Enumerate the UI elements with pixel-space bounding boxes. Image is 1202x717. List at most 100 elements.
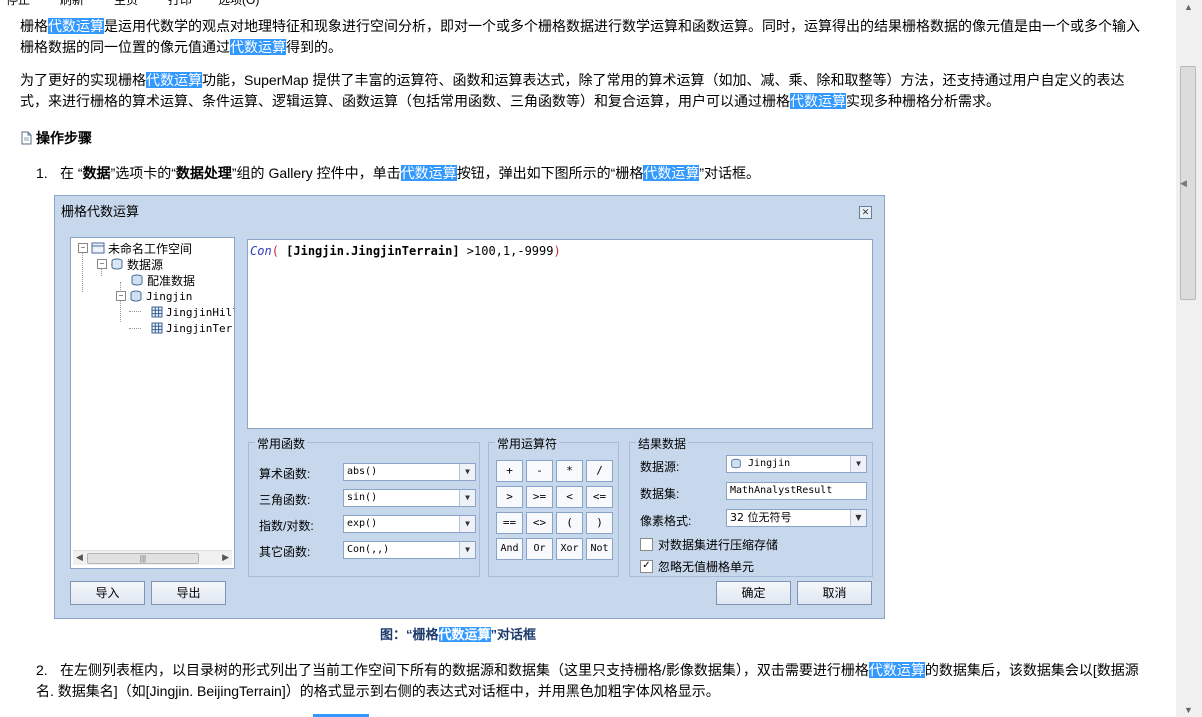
scroll-down-icon[interactable]: ▼ <box>1184 705 1193 715</box>
result-datasource-select[interactable]: Jingjin ▼ <box>726 455 867 473</box>
op-or-button[interactable]: Or <box>526 538 553 560</box>
exp-log-select[interactable]: exp() ▼ <box>343 515 476 533</box>
op-lt-button[interactable]: < <box>556 486 583 508</box>
tree-label: Jingjin <box>146 289 193 303</box>
step-number: 2. <box>36 662 48 678</box>
result-dataset-label: 数据集: <box>640 487 680 501</box>
tree-node-datasources[interactable]: − 数据源 <box>97 256 163 272</box>
search-highlight: 代数运算 <box>438 627 491 642</box>
text: 实现多种栅格分析需求。 <box>846 93 1000 109</box>
tree-label: JingjinTerr <box>166 321 235 335</box>
text: ”对话框 <box>490 627 537 642</box>
chevron-down-icon[interactable]: ▼ <box>850 510 866 526</box>
dialog-title: 栅格代数运算 <box>61 204 140 219</box>
search-highlight: 代数运算 <box>790 93 846 109</box>
text: ”组的 Gallery 控件中，单击 <box>231 165 401 181</box>
chevron-down-icon[interactable]: ▼ <box>459 516 475 532</box>
tree-node-jingjin[interactable]: − Jingjin <box>116 288 192 304</box>
op-divide-button[interactable]: / <box>586 460 613 482</box>
page-vertical-scrollbar[interactable]: ▲ ◀ ▼ <box>1176 0 1202 717</box>
op-xor-button[interactable]: Xor <box>556 538 583 560</box>
select-value: Con(,,) <box>347 544 390 555</box>
text: 在 “ <box>60 165 83 181</box>
checkbox-box[interactable] <box>640 538 653 551</box>
other-func-label: 其它函数: <box>259 545 311 559</box>
text: ”对话框。 <box>699 165 761 181</box>
text: 为了更好的实现栅格 <box>20 72 146 88</box>
close-icon[interactable]: ✕ <box>859 206 872 219</box>
op-not-button[interactable]: Not <box>586 538 613 560</box>
op-eq-button[interactable]: == <box>496 512 523 534</box>
tree-node-workspace[interactable]: − 未命名工作空间 <box>78 240 192 256</box>
op-and-button[interactable]: And <box>496 538 523 560</box>
select-value: Jingjin <box>748 458 791 469</box>
op-gte-button[interactable]: >= <box>526 486 553 508</box>
panel-title: 常用函数 <box>255 435 308 452</box>
tree-horizontal-scrollbar[interactable]: ◀ ||| ▶ <box>73 550 232 565</box>
document-icon <box>21 131 32 145</box>
op-lte-button[interactable]: <= <box>586 486 613 508</box>
step-2: 2. 在左侧列表框内，以目录树的形式列出了当前工作空间下所有的数据源和数据集（这里… <box>36 660 1156 702</box>
chevron-down-icon[interactable]: ▼ <box>459 464 475 480</box>
result-data-panel: 结果数据 数据源: Jingjin ▼ 数据集: MathAnalystResul… <box>629 435 873 577</box>
search-highlight: 代数运算 <box>48 18 104 34</box>
tree-node-jingjinterrain[interactable]: JingjinTerr <box>151 320 235 336</box>
op-plus-button[interactable]: + <box>496 460 523 482</box>
text: 得到的。 <box>286 39 342 55</box>
tree-label: 未命名工作空间 <box>108 241 193 256</box>
op-lparen-button[interactable]: ( <box>556 512 583 534</box>
expr-args: >100,1,-9999 <box>459 244 554 258</box>
op-multiply-button[interactable]: * <box>556 460 583 482</box>
help-content: 栅格代数运算是运用代数学的观点对地理特征和现象进行空间分析，即对一个或多个栅格数… <box>0 0 1176 717</box>
checkmark-icon[interactable]: ✓ <box>640 560 653 573</box>
database-icon <box>731 458 741 468</box>
arith-func-select[interactable]: abs() ▼ <box>343 463 476 481</box>
scroll-position-marker: ◀ <box>1180 178 1187 188</box>
op-minus-button[interactable]: - <box>526 460 553 482</box>
expression-editor[interactable]: Con( [Jingjin.JingjinTerrain] >100,1,-99… <box>247 239 873 429</box>
scroll-up-icon[interactable]: ▲ <box>1184 2 1193 12</box>
panel-title: 结果数据 <box>636 435 689 452</box>
ignore-nodata-checkbox[interactable]: ✓ 忽略无值栅格单元 <box>640 558 754 575</box>
chevron-down-icon[interactable]: ▼ <box>459 490 475 506</box>
expr-dataset: [Jingjin.JingjinTerrain] <box>286 244 460 258</box>
collapse-icon[interactable]: − <box>116 291 126 301</box>
step-1: 1. 在 “数据”选项卡的“数据处理”组的 Gallery 控件中，单击代数运算按… <box>36 163 1156 184</box>
op-neq-button[interactable]: <> <box>526 512 553 534</box>
collapse-icon[interactable]: − <box>78 243 88 253</box>
scroll-left-icon[interactable]: ◀ <box>76 552 83 563</box>
collapse-icon[interactable]: − <box>97 259 107 269</box>
intro-paragraph-2: 为了更好的实现栅格代数运算功能，SuperMap 提供了丰富的运算符、函数和运算… <box>20 70 1150 112</box>
search-highlight: 代数运算 <box>230 39 286 55</box>
trig-func-select[interactable]: sin() ▼ <box>343 489 476 507</box>
scroll-right-icon[interactable]: ▶ <box>222 552 229 563</box>
common-functions-panel: 常用函数 算术函数: abs() ▼ 三角函数: sin() ▼ 指数/对数: ex… <box>248 435 480 577</box>
tree-node-jingjinhill[interactable]: JingjinHill <box>151 304 234 320</box>
dataset-tree[interactable]: − 未命名工作空间 − 数据源 配准数据 − Jingjin JingjinHi… <box>70 237 235 569</box>
op-gt-button[interactable]: > <box>496 486 523 508</box>
expr-paren: ( <box>271 244 279 258</box>
text: 按钮，弹出如下图所示的“栅格 <box>456 165 644 181</box>
section-heading: 操作步骤 <box>20 128 92 148</box>
checkbox-label: 忽略无值栅格单元 <box>658 560 755 574</box>
other-func-select[interactable]: Con(,,) ▼ <box>343 541 476 559</box>
datasource-icon <box>111 258 123 270</box>
ok-button[interactable]: 确定 <box>716 581 791 605</box>
result-datasource-label: 数据源: <box>640 460 680 474</box>
scroll-thumb[interactable]: ||| <box>87 553 199 564</box>
export-button[interactable]: 导出 <box>151 581 226 605</box>
panel-title: 常用运算符 <box>495 435 560 452</box>
chevron-down-icon[interactable]: ▼ <box>459 542 475 558</box>
op-rparen-button[interactable]: ) <box>586 512 613 534</box>
chevron-down-icon[interactable]: ▼ <box>850 456 866 472</box>
exp-log-label: 指数/对数: <box>259 519 314 533</box>
import-button[interactable]: 导入 <box>70 581 145 605</box>
trig-func-label: 三角函数: <box>259 493 311 507</box>
tree-node-registration-data[interactable]: 配准数据 <box>130 272 195 288</box>
select-value: abs() <box>347 466 378 477</box>
compress-checkbox[interactable]: 对数据集进行压缩存储 <box>640 536 778 553</box>
pixel-format-select[interactable]: 32 位无符号 ▼ <box>726 509 867 527</box>
result-dataset-input[interactable]: MathAnalystResult <box>726 482 867 500</box>
cancel-button[interactable]: 取消 <box>797 581 872 605</box>
select-value: 32 位无符号 <box>730 511 792 524</box>
